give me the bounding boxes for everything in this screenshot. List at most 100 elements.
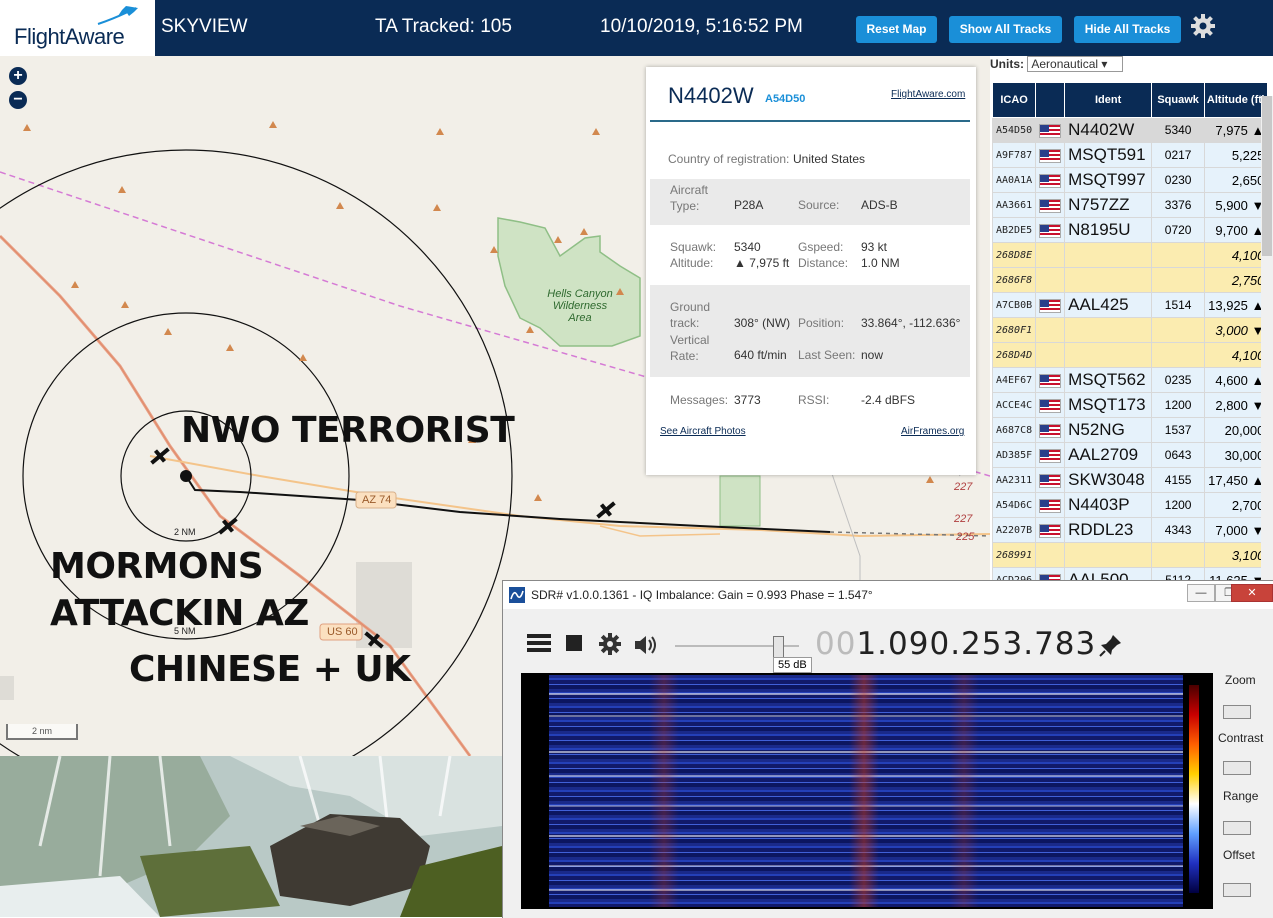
country-row: Country of registration: United States xyxy=(650,147,970,169)
cell-squawk: 3376 xyxy=(1151,192,1206,218)
speaker-icon[interactable] xyxy=(633,634,659,656)
cell-squawk xyxy=(1151,267,1206,293)
table-row[interactable]: A54D50 N4402W 5340 7,975 ▲ xyxy=(991,117,1269,143)
table-row[interactable]: 268D4D 4,100 xyxy=(991,342,1269,368)
airframes-link[interactable]: AirFrames.org xyxy=(901,426,964,437)
table-row[interactable]: AB2DE5 N8195U 0720 9,700 ▲ xyxy=(991,217,1269,243)
hide-all-tracks-button[interactable]: Hide All Tracks xyxy=(1074,16,1181,43)
track-label: Ground track: xyxy=(670,300,711,330)
reset-map-button[interactable]: Reset Map xyxy=(856,16,937,43)
table-row[interactable]: ACCE4C MSQT173 1200 2,800 ▼ xyxy=(991,392,1269,418)
table-scrollbar[interactable] xyxy=(1261,96,1273,580)
contrast-slider[interactable] xyxy=(1223,761,1251,775)
rssi-label: RSSI: xyxy=(798,393,830,407)
country-value: United States xyxy=(793,152,866,166)
cell-altitude: 30,000 xyxy=(1204,442,1269,468)
table-row[interactable]: A9F787 MSQT591 0217 5,225 xyxy=(991,142,1269,168)
plane-logo-icon xyxy=(97,6,138,25)
cell-squawk: 1514 xyxy=(1151,292,1206,318)
units-value: Aeronautical xyxy=(1031,57,1099,71)
us-flag-icon xyxy=(1039,499,1062,514)
cell-icao: 268991 xyxy=(991,542,1037,568)
minimize-button[interactable]: — xyxy=(1187,584,1215,602)
cell-ident: RDDL23 xyxy=(1064,517,1153,543)
position-label: Position: xyxy=(798,316,845,330)
cell-flag xyxy=(1035,167,1066,193)
table-row[interactable]: A7CB0B AAL425 1514 13,925 ▲ xyxy=(991,292,1269,318)
table-row[interactable]: 268991 3,100 xyxy=(991,542,1269,568)
cell-altitude: 9,700 ▲ xyxy=(1204,217,1269,243)
flightaware-logo[interactable]: FlightAware xyxy=(0,0,155,56)
zoom-out-button[interactable]: − xyxy=(9,91,27,109)
frequency-display[interactable]: 001.090.253.783 xyxy=(815,626,1096,662)
menu-icon[interactable] xyxy=(527,633,551,653)
cell-flag xyxy=(1035,542,1066,568)
cell-altitude: 4,600 ▲ xyxy=(1204,367,1269,393)
settings-icon[interactable] xyxy=(598,632,622,656)
col-flag[interactable] xyxy=(1035,82,1066,118)
table-row[interactable]: A4EF67 MSQT562 0235 4,600 ▲ xyxy=(991,367,1269,393)
range-slider[interactable] xyxy=(1223,821,1251,835)
col-icao[interactable]: ICAO xyxy=(991,82,1037,118)
table-row[interactable]: ACD296 AAL500 5112 11,625 ▼ xyxy=(991,567,1269,580)
aircraft-photos-link[interactable]: See Aircraft Photos xyxy=(660,426,746,437)
aircraft-table-body: A54D50 N4402W 5340 7,975 ▲ A9F787 MSQT591 0217… xyxy=(991,117,1269,580)
cell-altitude: 4,100 xyxy=(1204,242,1269,268)
volume-slider-thumb[interactable] xyxy=(773,636,784,658)
cell-icao: A687C8 xyxy=(991,417,1037,443)
cell-squawk: 4343 xyxy=(1151,517,1206,543)
type-row: Aircraft Type: P28A Source: ADS-B xyxy=(650,179,970,225)
vrate-value: 640 ft/min xyxy=(734,348,787,362)
track-row: Ground track: 308° (NW) Position: 33.864… xyxy=(650,285,970,377)
cell-squawk: 5112 xyxy=(1151,567,1206,580)
table-row[interactable]: A54D6C N4403P 1200 2,700 xyxy=(991,492,1269,518)
table-row[interactable]: 268D8E 4,100 xyxy=(991,242,1269,268)
aircraft-table: ICAO Ident Squawk Altitude (ft) A54D50 N4… xyxy=(991,82,1269,580)
us-flag-icon xyxy=(1039,474,1062,489)
units-select[interactable]: Aeronautical ▾ xyxy=(1027,56,1124,72)
stop-icon[interactable] xyxy=(566,635,582,651)
zoom-label: Zoom xyxy=(1225,673,1256,687)
cell-flag xyxy=(1035,467,1066,493)
cell-flag xyxy=(1035,267,1066,293)
table-row[interactable]: AA3661 N757ZZ 3376 5,900 ▼ xyxy=(991,192,1269,218)
table-scroll-thumb[interactable] xyxy=(1262,96,1272,256)
table-row[interactable]: A2207B RDDL23 4343 7,000 ▼ xyxy=(991,517,1269,543)
cell-icao: A2207B xyxy=(991,517,1037,543)
col-squawk[interactable]: Squawk xyxy=(1151,82,1206,118)
sdr-titlebar[interactable]: SDR# v1.0.0.1361 - IQ Imbalance: Gain = … xyxy=(503,581,1273,609)
zoom-slider[interactable] xyxy=(1223,705,1251,719)
cell-flag xyxy=(1035,392,1066,418)
waterfall-photo xyxy=(0,756,502,917)
table-row[interactable]: 2686F8 2,750 xyxy=(991,267,1269,293)
col-ident[interactable]: Ident xyxy=(1064,82,1153,118)
table-row[interactable]: 2680F1 3,000 ▼ xyxy=(991,317,1269,343)
show-all-tracks-button[interactable]: Show All Tracks xyxy=(949,16,1062,43)
table-row[interactable]: AD385F AAL2709 0643 30,000 xyxy=(991,442,1269,468)
cell-squawk xyxy=(1151,242,1206,268)
track-value: 308° (NW) xyxy=(734,316,791,330)
cell-altitude: 17,450 ▲ xyxy=(1204,467,1269,493)
cell-icao: ACCE4C xyxy=(991,392,1037,418)
messages-label: Messages: xyxy=(670,393,729,407)
offset-slider[interactable] xyxy=(1223,883,1251,897)
close-button[interactable]: ✕ xyxy=(1231,584,1273,602)
cell-ident xyxy=(1064,267,1153,293)
waterfall-display[interactable] xyxy=(521,673,1213,909)
col-altitude[interactable]: Altitude (ft) xyxy=(1204,82,1269,118)
settings-gear-icon[interactable] xyxy=(1190,13,1216,39)
messages-row: Messages: 3773 RSSI: -2.4 dBFS xyxy=(650,385,970,413)
cell-icao: A9F787 xyxy=(991,142,1037,168)
cell-icao: AA0A1A xyxy=(991,167,1037,193)
cell-altitude: 7,000 ▼ xyxy=(1204,517,1269,543)
table-row[interactable]: AA2311 SKW3048 4155 17,450 ▲ xyxy=(991,467,1269,493)
pin-icon[interactable] xyxy=(1099,633,1123,657)
flightaware-link[interactable]: FlightAware.com xyxy=(891,89,965,100)
table-row[interactable]: A687C8 N52NG 1537 20,000 xyxy=(991,417,1269,443)
waterfall-spectrum xyxy=(549,675,1183,907)
zoom-in-button[interactable]: + xyxy=(9,67,27,85)
units-label: Units: xyxy=(990,57,1024,71)
table-row[interactable]: AA0A1A MSQT997 0230 2,650 xyxy=(991,167,1269,193)
overlay-text-3: ATTACKIN AZ xyxy=(50,593,309,634)
color-scale-bar xyxy=(1189,685,1199,893)
